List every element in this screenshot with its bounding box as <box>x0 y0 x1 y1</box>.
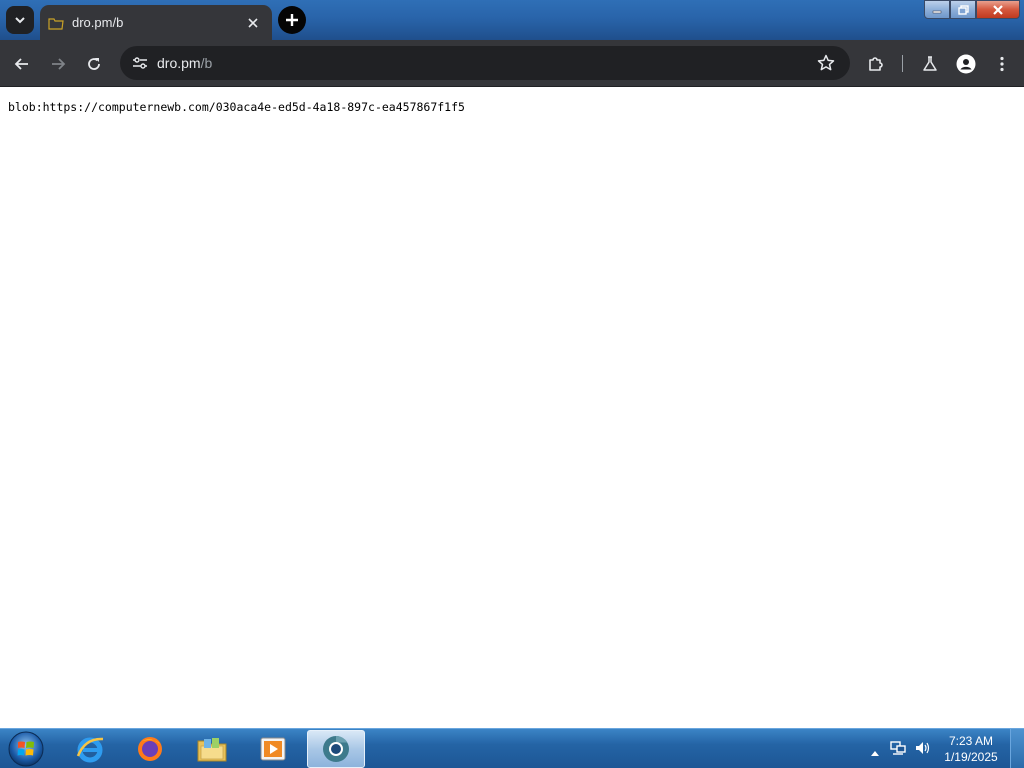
reload-button[interactable] <box>81 51 107 77</box>
internet-explorer-icon <box>76 737 104 763</box>
browser-toolbar: dro.pm/b <box>0 40 1024 87</box>
tune-icon <box>133 57 147 69</box>
minimize-icon <box>932 10 942 13</box>
menu-button[interactable] <box>989 51 1015 77</box>
network-icon-button[interactable] <box>890 740 906 761</box>
volume-icon-button[interactable] <box>915 740 931 761</box>
taskbar-app-media-player[interactable] <box>244 730 302 768</box>
toolbar-divider <box>902 55 903 72</box>
taskbar-app-chrome[interactable] <box>307 730 365 768</box>
taskbar-app-file-explorer[interactable] <box>183 730 241 768</box>
taskbar-app-internet-explorer[interactable] <box>61 730 119 768</box>
profile-button[interactable] <box>953 51 979 77</box>
clock-date: 1/19/2025 <box>944 750 998 764</box>
labs-button[interactable] <box>917 51 943 77</box>
caret-up-icon <box>871 751 879 756</box>
taskbar: 7:23 AM 1/19/2025 <box>0 728 1024 768</box>
tab-close-icon[interactable] <box>244 14 262 32</box>
system-tray: 7:23 AM 1/19/2025 <box>844 729 1024 768</box>
chrome-icon <box>323 735 349 762</box>
windows-logo-icon <box>8 731 44 767</box>
folder-favicon-icon <box>48 15 64 31</box>
restore-button[interactable] <box>950 0 976 19</box>
close-icon <box>993 4 1003 15</box>
media-player-icon <box>260 737 286 761</box>
forward-button[interactable] <box>45 51 71 77</box>
taskbar-app-firefox[interactable] <box>121 730 179 768</box>
arrow-left-icon <box>14 58 28 70</box>
tab-active[interactable]: dro.pm/b <box>40 5 272 40</box>
taskbar-clock[interactable]: 7:23 AM 1/19/2025 <box>940 733 1002 765</box>
more-vert-icon <box>1000 56 1004 72</box>
close-window-button[interactable] <box>976 0 1020 19</box>
blob-url-text: blob:https://computernewb.com/030aca4e-e… <box>8 100 465 114</box>
site-info-button[interactable] <box>128 51 152 75</box>
tab-title: dro.pm/b <box>72 15 124 30</box>
back-button[interactable] <box>9 51 35 77</box>
network-icon <box>890 741 906 755</box>
url-host: dro.pm <box>157 55 201 71</box>
browser-titlebar: dro.pm/b <box>0 0 1024 40</box>
page-content: blob:https://computernewb.com/030aca4e-e… <box>0 87 1024 728</box>
restore-icon <box>957 4 969 15</box>
show-hidden-icons-button[interactable] <box>871 743 879 761</box>
url-text: dro.pm/b <box>157 55 212 71</box>
new-tab-button[interactable] <box>278 6 306 34</box>
clock-time: 7:23 AM <box>948 734 994 748</box>
url-path: /b <box>200 55 213 71</box>
address-bar[interactable]: dro.pm/b <box>120 46 850 80</box>
tab-search-button[interactable] <box>6 6 34 34</box>
arrow-right-icon <box>52 58 66 70</box>
reload-icon <box>88 58 100 70</box>
firefox-icon <box>138 737 162 761</box>
show-desktop-button[interactable] <box>1010 729 1024 768</box>
bookmark-star-button[interactable] <box>816 53 836 73</box>
folder-icon <box>197 738 227 762</box>
minimize-button[interactable] <box>924 0 950 19</box>
window-controls <box>924 0 1020 20</box>
speaker-icon <box>916 742 930 754</box>
chevron-down-icon <box>15 17 25 24</box>
star-icon <box>817 54 835 71</box>
plus-icon <box>286 14 298 26</box>
flask-icon <box>923 56 937 71</box>
extensions-button[interactable] <box>863 51 889 77</box>
avatar-icon <box>956 54 976 74</box>
start-button[interactable] <box>6 730 46 768</box>
puzzle-icon <box>869 57 883 71</box>
